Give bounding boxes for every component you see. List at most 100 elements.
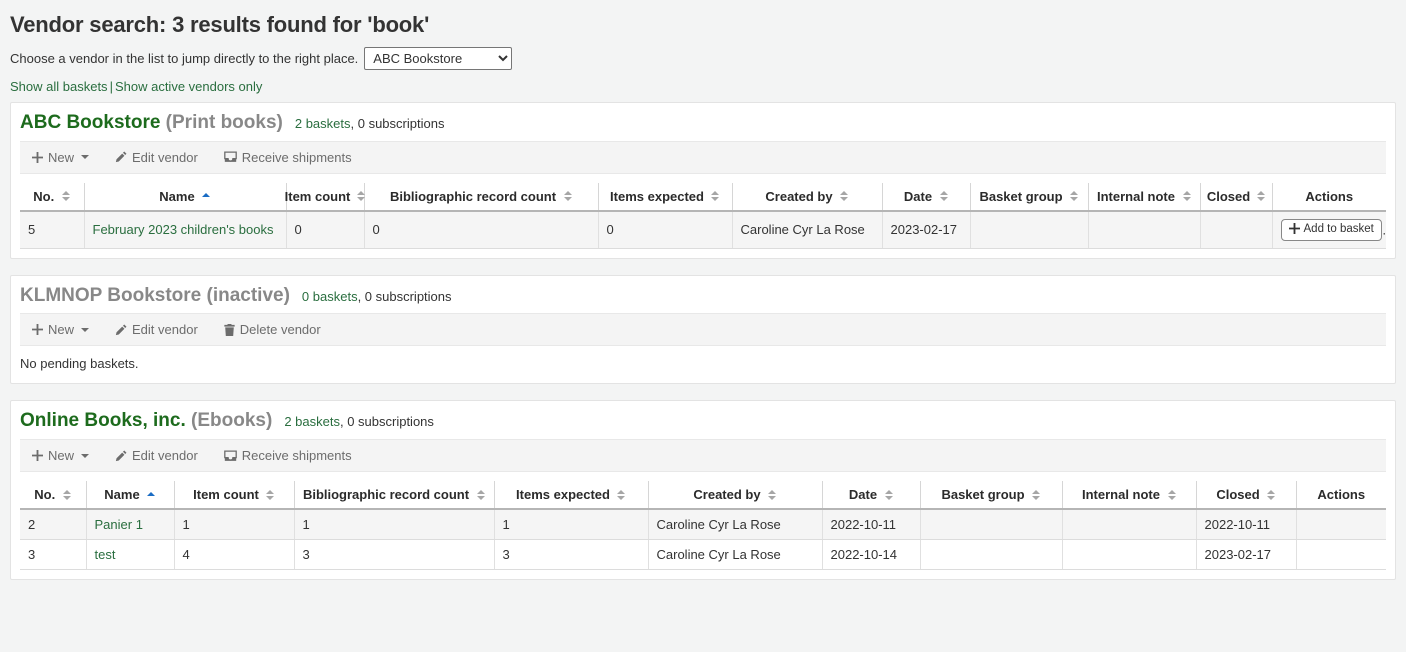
sort-toggle-icon[interactable] xyxy=(711,191,720,201)
sort-toggle-icon[interactable] xyxy=(1167,490,1176,500)
receive-shipments-button[interactable]: Receive shipments xyxy=(221,149,355,166)
vendor-type-label: (Print books) xyxy=(160,112,282,133)
sort-toggle-icon[interactable] xyxy=(1032,490,1041,500)
cell-date: 2022-10-11 xyxy=(822,509,920,540)
plus-icon xyxy=(32,450,43,461)
sort-toggle-icon[interactable] xyxy=(1257,191,1265,201)
column-header-internal-note[interactable]: Internal note xyxy=(1088,183,1200,211)
column-header-inner: Basket group xyxy=(979,189,1080,204)
table-row: 2Panier 1111Caroline Cyr La Rose2022-10-… xyxy=(20,509,1386,540)
column-header-bibliographic-record-count[interactable]: Bibliographic record count xyxy=(294,481,494,509)
cell-bib-record-count: 1 xyxy=(294,509,494,540)
column-header-label: Items expected xyxy=(516,487,610,502)
column-header-date[interactable]: Date xyxy=(882,183,970,211)
add-to-basket-button[interactable]: Add to basket xyxy=(1281,219,1382,241)
vendor-name-link[interactable]: Online Books, inc. xyxy=(20,410,186,431)
cell-actions: Add to basket xyxy=(1272,211,1386,248)
column-header-item-count[interactable]: Item count xyxy=(174,481,294,509)
column-header-items-expected[interactable]: Items expected xyxy=(494,481,648,509)
show-all-baskets-link[interactable]: Show all baskets xyxy=(10,79,108,94)
cell-created-by: Caroline Cyr La Rose xyxy=(648,509,822,540)
column-header-created-by[interactable]: Created by xyxy=(732,183,882,211)
cell-no: 3 xyxy=(20,540,86,570)
basket-name-link[interactable]: Panier 1 xyxy=(95,517,143,532)
delete-vendor-button[interactable]: Delete vendor xyxy=(221,321,324,338)
sort-toggle-icon[interactable] xyxy=(1182,191,1191,201)
cell-internal-note xyxy=(1088,211,1200,248)
sort-toggle-icon[interactable] xyxy=(563,191,572,201)
column-header-bibliographic-record-count[interactable]: Bibliographic record count xyxy=(364,183,598,211)
vendor-title: Online Books, inc. (Ebooks) xyxy=(20,410,272,433)
edit-vendor-button-label: Edit vendor xyxy=(132,322,198,337)
column-header-created-by[interactable]: Created by xyxy=(648,481,822,509)
column-header-label: Internal note xyxy=(1097,189,1175,204)
baskets-count-link[interactable]: 2 baskets xyxy=(295,116,351,131)
baskets-count-link[interactable]: 2 baskets xyxy=(284,414,340,429)
cell-internal-note xyxy=(1062,509,1196,540)
column-header-name[interactable]: Name xyxy=(86,481,174,509)
column-header-label: Item count xyxy=(285,189,351,204)
column-header-name[interactable]: Name xyxy=(84,183,286,211)
sort-toggle-icon[interactable] xyxy=(62,490,71,500)
column-header-items-expected[interactable]: Items expected xyxy=(598,183,732,211)
sort-toggle-icon[interactable] xyxy=(266,490,275,500)
sort-toggle-icon[interactable] xyxy=(939,191,948,201)
cell-actions xyxy=(1296,540,1386,570)
sort-toggle-icon[interactable] xyxy=(1070,191,1079,201)
column-header-no[interactable]: No. xyxy=(20,183,84,211)
vendor-name-link[interactable]: KLMNOP Bookstore (inactive) xyxy=(20,285,290,306)
column-header-inner: Items expected xyxy=(607,189,724,204)
column-header-label: Items expected xyxy=(610,189,704,204)
table-row: 5February 2023 children's books000Caroli… xyxy=(20,211,1386,248)
sort-toggle-icon[interactable] xyxy=(1267,490,1276,500)
column-header-closed[interactable]: Closed xyxy=(1196,481,1296,509)
column-header-inner: Basket group xyxy=(929,487,1054,502)
cell-item-count: 0 xyxy=(286,211,364,248)
basket-name-link[interactable]: test xyxy=(95,547,116,562)
column-header-basket-group[interactable]: Basket group xyxy=(970,183,1088,211)
new-button-label: New xyxy=(48,448,74,463)
sort-ascending-icon[interactable] xyxy=(202,193,211,199)
plus-icon xyxy=(32,152,43,163)
column-header-internal-note[interactable]: Internal note xyxy=(1062,481,1196,509)
sort-toggle-icon[interactable] xyxy=(476,490,485,500)
column-header-inner: Name xyxy=(95,487,166,502)
trash-icon xyxy=(224,324,235,336)
receive-shipments-button-label: Receive shipments xyxy=(242,448,352,463)
column-header-label: Bibliographic record count xyxy=(390,189,556,204)
sort-ascending-icon[interactable] xyxy=(147,492,156,498)
edit-vendor-button[interactable]: Edit vendor xyxy=(112,447,201,464)
basket-name-link[interactable]: February 2023 children's books xyxy=(93,222,274,237)
table-row: 3test433Caroline Cyr La Rose2022-10-1420… xyxy=(20,540,1386,570)
pencil-icon xyxy=(115,324,127,336)
new-button[interactable]: New xyxy=(29,447,92,464)
column-header-label: Created by xyxy=(765,189,832,204)
column-header-item-count[interactable]: Item count xyxy=(286,183,364,211)
column-header-no[interactable]: No. xyxy=(20,481,86,509)
sort-toggle-icon[interactable] xyxy=(884,490,893,500)
vendor-name-link[interactable]: ABC Bookstore xyxy=(20,112,160,133)
cell-bib-record-count: 0 xyxy=(364,211,598,248)
new-button[interactable]: New xyxy=(29,321,92,338)
column-header-basket-group[interactable]: Basket group xyxy=(920,481,1062,509)
edit-vendor-button-label: Edit vendor xyxy=(132,150,198,165)
vendor-select[interactable]: ABC BookstoreKLMNOP BookstoreOnline Book… xyxy=(364,47,512,70)
column-header-closed[interactable]: Closed xyxy=(1200,183,1272,211)
pencil-icon xyxy=(115,450,127,462)
column-header-label: Closed xyxy=(1216,487,1259,502)
sort-toggle-icon[interactable] xyxy=(617,490,626,500)
filter-link-bar: Show all baskets|Show active vendors onl… xyxy=(10,79,1396,94)
vendor-panel-header: ABC Bookstore (Print books)2 baskets, 0 … xyxy=(11,103,1395,141)
edit-vendor-button[interactable]: Edit vendor xyxy=(112,321,201,338)
sort-toggle-icon[interactable] xyxy=(768,490,777,500)
sort-toggle-icon[interactable] xyxy=(840,191,849,201)
edit-vendor-button[interactable]: Edit vendor xyxy=(112,149,201,166)
link-separator: | xyxy=(108,79,115,94)
sort-toggle-icon[interactable] xyxy=(61,191,70,201)
vendor-toolbar: New Edit vendor Receive shipments xyxy=(20,141,1386,174)
column-header-date[interactable]: Date xyxy=(822,481,920,509)
receive-shipments-button[interactable]: Receive shipments xyxy=(221,447,355,464)
baskets-count-link[interactable]: 0 baskets xyxy=(302,289,358,304)
show-active-vendors-link[interactable]: Show active vendors only xyxy=(115,79,262,94)
new-button[interactable]: New xyxy=(29,149,92,166)
